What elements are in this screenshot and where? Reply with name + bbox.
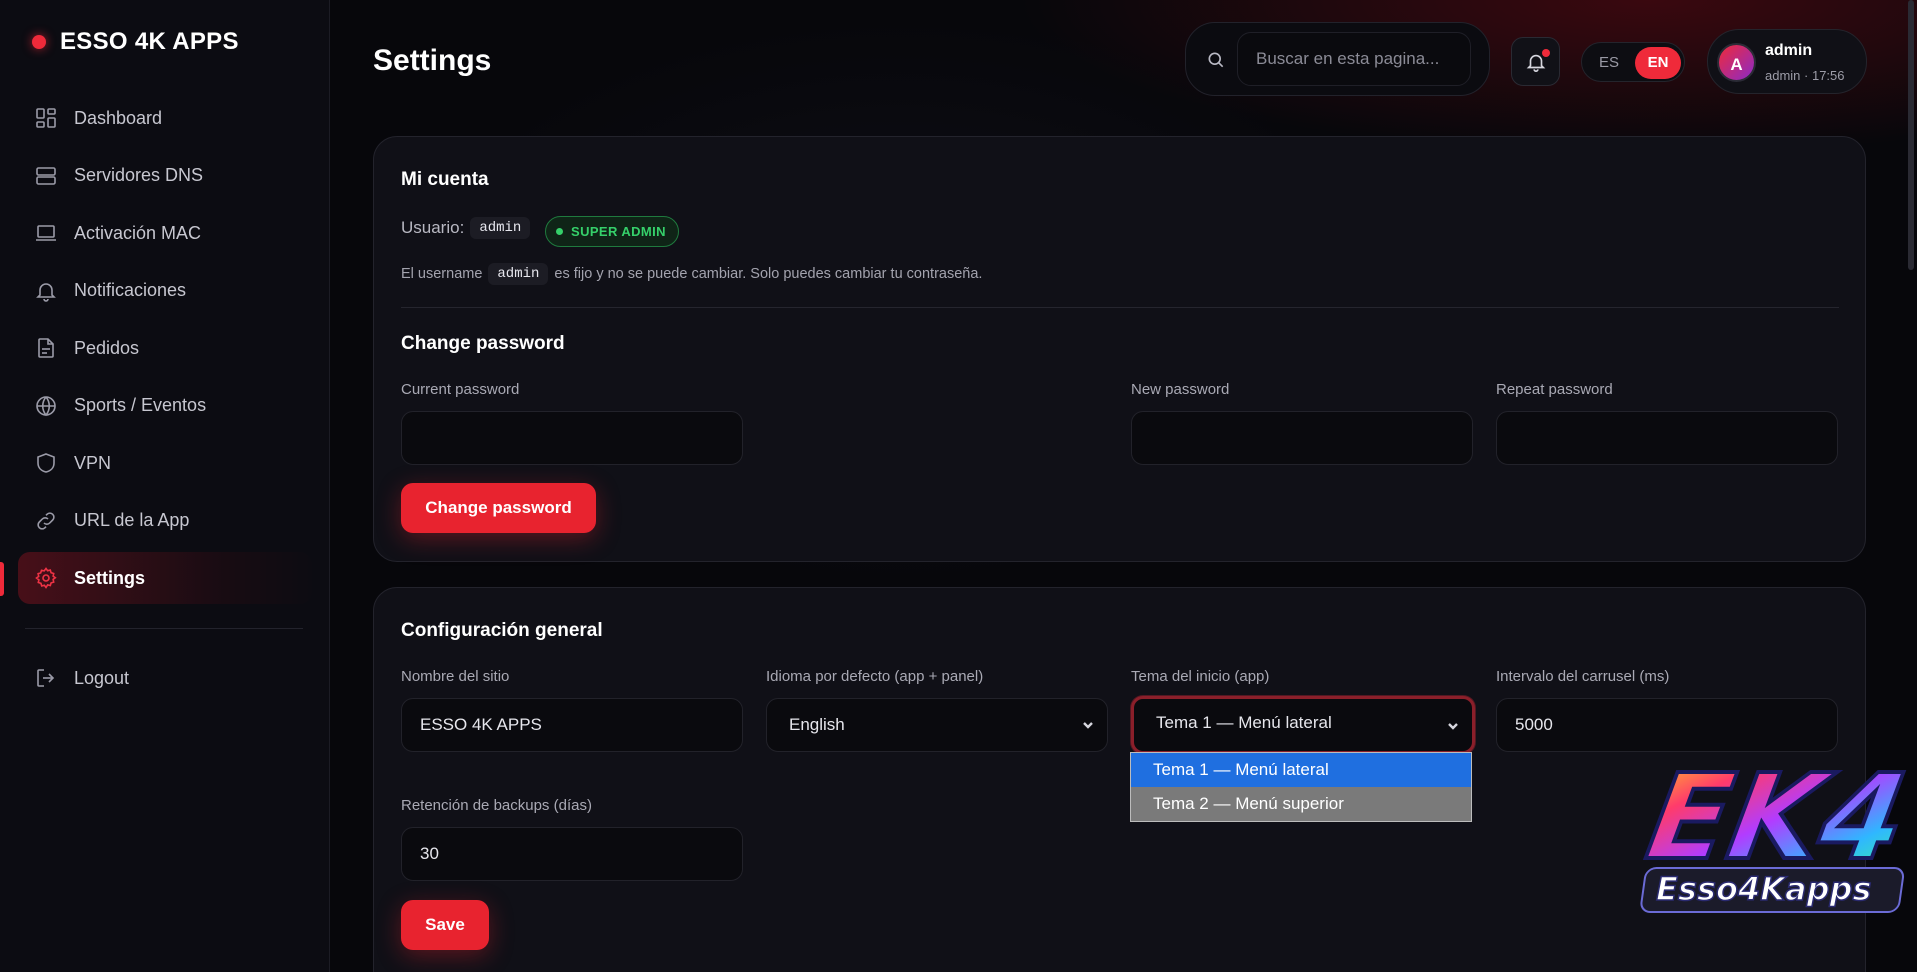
lang-en-button[interactable]: EN [1635, 47, 1681, 79]
account-title: Mi cuenta [401, 169, 489, 190]
user-label: Usuario: [401, 218, 465, 237]
lang-es-button[interactable]: ES [1586, 47, 1632, 79]
sidebar-item-orders[interactable]: Pedidos [18, 322, 312, 374]
backup-retention-field[interactable]: 30 [401, 827, 743, 881]
repeat-password-field[interactable] [1496, 411, 1838, 465]
sidebar-item-mac[interactable]: Activación MAC [18, 207, 312, 259]
logout-label: Logout [74, 667, 130, 688]
theme-option-2[interactable]: Tema 2 — Menú superior [1131, 787, 1471, 821]
user-menu[interactable]: A admin admin · 17:56 [1707, 29, 1867, 94]
document-icon [38, 338, 54, 358]
current-password-field[interactable] [401, 411, 743, 465]
language-toggle: ES EN [1581, 42, 1685, 82]
logout-icon [37, 669, 55, 687]
svg-text:EK4: EK4 [1638, 750, 1914, 887]
username-code: admin [470, 217, 531, 239]
general-title: Configuración general [401, 620, 603, 641]
sidebar-item-dashboard[interactable]: Dashboard [18, 92, 312, 144]
role-badge-text: SUPER ADMIN [571, 224, 666, 239]
save-button[interactable]: Save [401, 900, 489, 950]
brand-name: ESSO 4K APPS [60, 28, 239, 55]
logout-section: Logout [18, 652, 312, 710]
esso4kapps-logo: EK4 Esso4Kapps [1636, 728, 1917, 938]
current-password-label: Current password [401, 381, 520, 398]
logout-button[interactable]: Logout [18, 652, 312, 704]
sidebar-item-settings[interactable]: Settings [18, 552, 312, 604]
gear-icon [35, 567, 57, 589]
server-icon [36, 166, 56, 185]
notifications-button[interactable] [1511, 37, 1560, 86]
svg-text:Esso4Kapps: Esso4Kapps [1656, 870, 1871, 908]
site-name-label: Nombre del sitio [401, 668, 510, 685]
language-select[interactable]: English [766, 698, 1108, 752]
new-password-label: New password [1131, 381, 1230, 398]
brand-dot-icon [32, 35, 46, 49]
username-note: El username admin es fijo y no se puede … [401, 263, 982, 285]
chevron-down-icon [1448, 723, 1458, 730]
sidebar-item-vpn[interactable]: VPN [18, 437, 312, 489]
theme-select-value: Tema 1 — Menú lateral [1156, 713, 1332, 732]
sidebar-item-label: Activación MAC [74, 222, 202, 243]
backup-label: Retención de backups (días) [401, 797, 592, 814]
sidebar-item-label: URL de la App [74, 510, 190, 530]
repeat-password-label: Repeat password [1496, 381, 1613, 398]
badge-dot-icon [556, 228, 563, 235]
change-password-button[interactable]: Change password [401, 483, 596, 533]
sidebar-item-label: Settings [74, 567, 146, 588]
brand[interactable]: ESSO 4K APPS [32, 28, 239, 56]
bell-icon [36, 282, 56, 302]
chevron-down-icon [1083, 722, 1093, 729]
shield-icon [37, 453, 55, 473]
active-indicator [0, 562, 4, 596]
laptop-icon [36, 225, 56, 241]
sidebar-item-label: VPN [74, 452, 112, 473]
user-name: admin [1765, 42, 1813, 59]
sidebar: ESSO 4K APPS Dashboard Servidores DNS Ac… [0, 0, 330, 972]
change-password-title: Change password [401, 333, 565, 354]
user-row: Usuario: admin [401, 217, 531, 239]
note-code: admin [488, 263, 549, 285]
sidebar-divider [25, 628, 303, 629]
language-label: Idioma por defecto (app + panel) [766, 668, 984, 685]
search-icon [1208, 52, 1224, 68]
search-bar [1185, 22, 1490, 96]
theme-dropdown-list: Tema 1 — Menú lateral Tema 2 — Menú supe… [1130, 752, 1472, 822]
note-suffix: es fijo y no se puede cambiar. Solo pued… [554, 266, 983, 282]
sidebar-item-label: Notificaciones [74, 280, 187, 300]
section-divider [401, 307, 1839, 308]
sidebar-nav: Dashboard Servidores DNS Activación MAC … [18, 92, 312, 610]
theme-select[interactable]: Tema 1 — Menú lateral [1131, 696, 1475, 754]
search-input[interactable] [1237, 32, 1471, 86]
user-subtitle: admin · 17:56 [1765, 68, 1845, 83]
sidebar-item-label: Dashboard [74, 107, 163, 128]
new-password-field[interactable] [1131, 411, 1473, 465]
theme-label: Tema del inicio (app) [1131, 668, 1270, 685]
note-prefix: El username [401, 266, 483, 282]
notification-dot [1542, 49, 1550, 57]
page-scrollbar[interactable] [1908, 0, 1914, 270]
sidebar-item-label: Sports / Eventos [74, 395, 207, 415]
globe-icon [36, 395, 56, 416]
sidebar-item-label: Servidores DNS [74, 165, 204, 185]
sidebar-item-label: Pedidos [74, 337, 140, 358]
logo-graphic: EK4 Esso4Kapps [1636, 748, 1917, 913]
theme-option-1[interactable]: Tema 1 — Menú lateral [1131, 753, 1471, 787]
sidebar-item-sports[interactable]: Sports / Eventos [18, 380, 312, 432]
language-select-value: English [789, 715, 845, 734]
account-card: Mi cuenta Usuario: admin SUPER ADMIN El … [373, 136, 1866, 562]
sidebar-item-dns[interactable]: Servidores DNS [18, 150, 312, 202]
sidebar-item-app-url[interactable]: URL de la App [18, 495, 312, 547]
dashboard-icon [36, 108, 56, 128]
page-title: Settings [373, 44, 492, 77]
site-name-field[interactable]: ESSO 4K APPS [401, 698, 743, 752]
link-icon [37, 511, 55, 530]
avatar: A [1717, 43, 1756, 82]
sidebar-item-notifications[interactable]: Notificaciones [18, 265, 312, 317]
carousel-label: Intervalo del carrusel (ms) [1496, 668, 1670, 685]
role-badge: SUPER ADMIN [545, 216, 679, 247]
